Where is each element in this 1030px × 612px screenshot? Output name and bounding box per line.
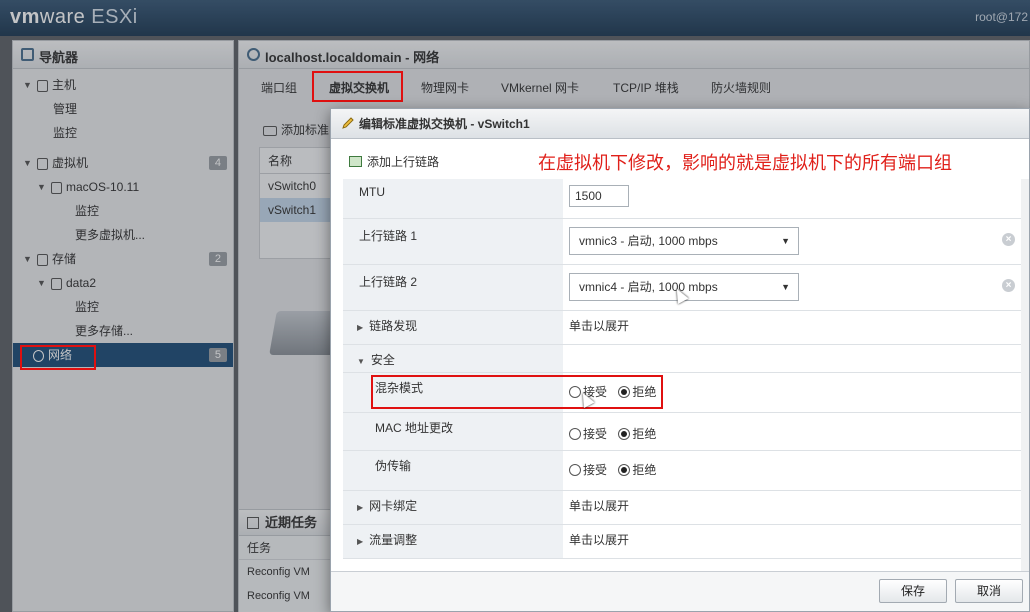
nav-vms[interactable]: ▼ 虚拟机 4: [13, 151, 233, 175]
cancel-button[interactable]: 取消: [955, 579, 1023, 603]
link-discovery-label: ▶ 链路发现: [343, 311, 563, 344]
caret-down-icon: ▼: [781, 282, 790, 292]
collapse-icon[interactable]: ▼: [23, 247, 32, 271]
nav-host[interactable]: ▼ 主机: [13, 73, 233, 97]
vmware-logo: vmware ESXi: [10, 6, 138, 28]
navigator-header: 导航器: [13, 41, 233, 69]
user-menu[interactable]: root@172: [975, 10, 1028, 24]
row-forged-transmits: 伪传输 接受 拒绝: [343, 451, 1027, 491]
link-discovery-expand[interactable]: 单击以展开: [563, 311, 1027, 344]
expand-arrow-icon[interactable]: ▶: [357, 323, 363, 332]
tab-tcpip-stacks[interactable]: TCP/IP 堆栈: [613, 79, 679, 96]
row-uplink1: 上行链路 1 vmnic3 - 启动, 1000 mbps ▼ ×: [343, 219, 1027, 265]
nav-storage[interactable]: ▼ 存储 2: [13, 247, 233, 271]
navigator-icon: [21, 48, 34, 61]
nav-vm-macos[interactable]: ▼ macOS-10.11: [13, 175, 233, 199]
row-mtu: MTU 1500: [343, 179, 1027, 219]
storage-count-badge: 2: [208, 252, 227, 266]
row-security[interactable]: ▼ 安全: [343, 345, 1027, 373]
switch-icon: [263, 125, 277, 136]
tab-vmkernel-nics[interactable]: VMkernel 网卡: [501, 79, 579, 96]
navigator-panel: 导航器 ▼ 主机 管理 监控 ▼ 虚拟机 4 ▼ macOS-10.11 监控 …: [12, 40, 234, 612]
annotation-text: 在虚拟机下修改，影响的就是虚拟机下的所有端口组: [538, 153, 952, 173]
tab-firewall-rules[interactable]: 防火墙规则: [711, 79, 771, 96]
nav-host-manage[interactable]: 管理: [13, 97, 233, 121]
storage-icon: [37, 253, 48, 266]
row-traffic-shaping[interactable]: ▶ 流量调整 单击以展开: [343, 525, 1027, 559]
nav-vm-monitor[interactable]: 监控: [13, 199, 233, 223]
collapse-icon[interactable]: ▼: [37, 271, 46, 295]
nav-datastore-data2[interactable]: ▼ data2: [13, 271, 233, 295]
network-count-badge: 5: [208, 348, 227, 362]
highlight-vswitch-tab: [312, 71, 403, 102]
security-label: ▼ 安全: [343, 345, 563, 372]
row-mac-change: MAC 地址更改 接受 拒绝: [343, 413, 1027, 451]
vm-icon: [37, 157, 48, 170]
uplink1-select[interactable]: vmnic3 - 启动, 1000 mbps ▼: [569, 227, 799, 255]
caret-down-icon: ▼: [781, 236, 790, 246]
mac-change-label: MAC 地址更改: [343, 413, 563, 450]
highlight-networking: [20, 345, 96, 370]
radio-unchecked-icon[interactable]: [569, 428, 581, 440]
radio-checked-icon[interactable]: [618, 464, 631, 476]
uplink2-label: 上行链路 2: [343, 265, 563, 310]
tab-port-groups[interactable]: 端口组: [261, 79, 297, 96]
expand-arrow-icon[interactable]: ▶: [357, 503, 363, 512]
mac-change-radio-group: 接受 拒绝: [569, 425, 664, 442]
network-icon: [247, 48, 260, 61]
remove-uplink1-icon[interactable]: ×: [1002, 233, 1015, 246]
tasks-icon: [247, 517, 259, 529]
pencil-icon: [342, 117, 354, 129]
mac-change-reject[interactable]: 拒绝: [618, 425, 656, 442]
collapse-icon[interactable]: ▼: [23, 151, 32, 175]
row-uplink2: 上行链路 2 vmnic4 - 启动, 1000 mbps ▼ ×: [343, 265, 1027, 311]
dialog-title: 编辑标准虚拟交换机 - vSwitch1: [331, 109, 1029, 139]
host-icon: [37, 79, 48, 92]
nic-teaming-label: ▶ 网卡绑定: [343, 491, 563, 524]
vm-count-badge: 4: [208, 156, 227, 170]
collapse-arrow-icon[interactable]: ▼: [357, 357, 365, 366]
expand-arrow-icon[interactable]: ▶: [357, 537, 363, 546]
uplink1-label: 上行链路 1: [343, 219, 563, 264]
forged-transmits-label: 伪传输: [343, 451, 563, 490]
nav-more-vms[interactable]: 更多虚拟机...: [13, 223, 233, 247]
uplink-icon: [349, 156, 362, 167]
add-standard-switch-button[interactable]: 添加标准: [263, 121, 329, 138]
dialog-footer: 保存 取消: [331, 571, 1029, 611]
traffic-shaping-label: ▶ 流量调整: [343, 525, 563, 558]
forged-accept[interactable]: 接受: [569, 461, 607, 478]
top-bar: vmware ESXi root@172: [0, 0, 1030, 36]
row-nic-teaming[interactable]: ▶ 网卡绑定 单击以展开: [343, 491, 1027, 525]
highlight-promiscuous: [371, 375, 663, 409]
nic-teaming-expand[interactable]: 单击以展开: [563, 491, 1027, 524]
edit-vswitch-dialog: 编辑标准虚拟交换机 - vSwitch1 添加上行链路 在虚拟机下修改，影响的就…: [330, 108, 1030, 612]
remove-uplink2-icon[interactable]: ×: [1002, 279, 1015, 292]
row-link-discovery[interactable]: ▶ 链路发现 单击以展开: [343, 311, 1027, 345]
traffic-shaping-expand[interactable]: 单击以展开: [563, 525, 1027, 558]
radio-checked-icon[interactable]: [618, 428, 631, 440]
add-uplink-button[interactable]: 添加上行链路: [349, 153, 439, 170]
mac-change-accept[interactable]: 接受: [569, 425, 607, 442]
collapse-icon[interactable]: ▼: [37, 175, 46, 199]
settings-form: MTU 1500 上行链路 1 vmnic3 - 启动, 1000 mbps ▼ …: [343, 179, 1027, 559]
save-button[interactable]: 保存: [879, 579, 947, 603]
dialog-scrollbar[interactable]: [1021, 179, 1029, 571]
nav-more-storage[interactable]: 更多存储...: [13, 319, 233, 343]
nav-storage-monitor[interactable]: 监控: [13, 295, 233, 319]
tab-physical-nics[interactable]: 物理网卡: [421, 79, 469, 96]
vm-icon: [51, 181, 62, 194]
content-title: localhost.localdomain - 网络: [239, 41, 1029, 69]
collapse-icon[interactable]: ▼: [23, 73, 32, 97]
forged-reject[interactable]: 拒绝: [618, 461, 656, 478]
mtu-input[interactable]: 1500: [569, 185, 629, 207]
mtu-label: MTU: [343, 179, 563, 218]
forged-transmits-radio-group: 接受 拒绝: [569, 461, 664, 478]
nav-host-monitor[interactable]: 监控: [13, 121, 233, 145]
radio-unchecked-icon[interactable]: [569, 464, 581, 476]
datastore-icon: [51, 277, 62, 290]
